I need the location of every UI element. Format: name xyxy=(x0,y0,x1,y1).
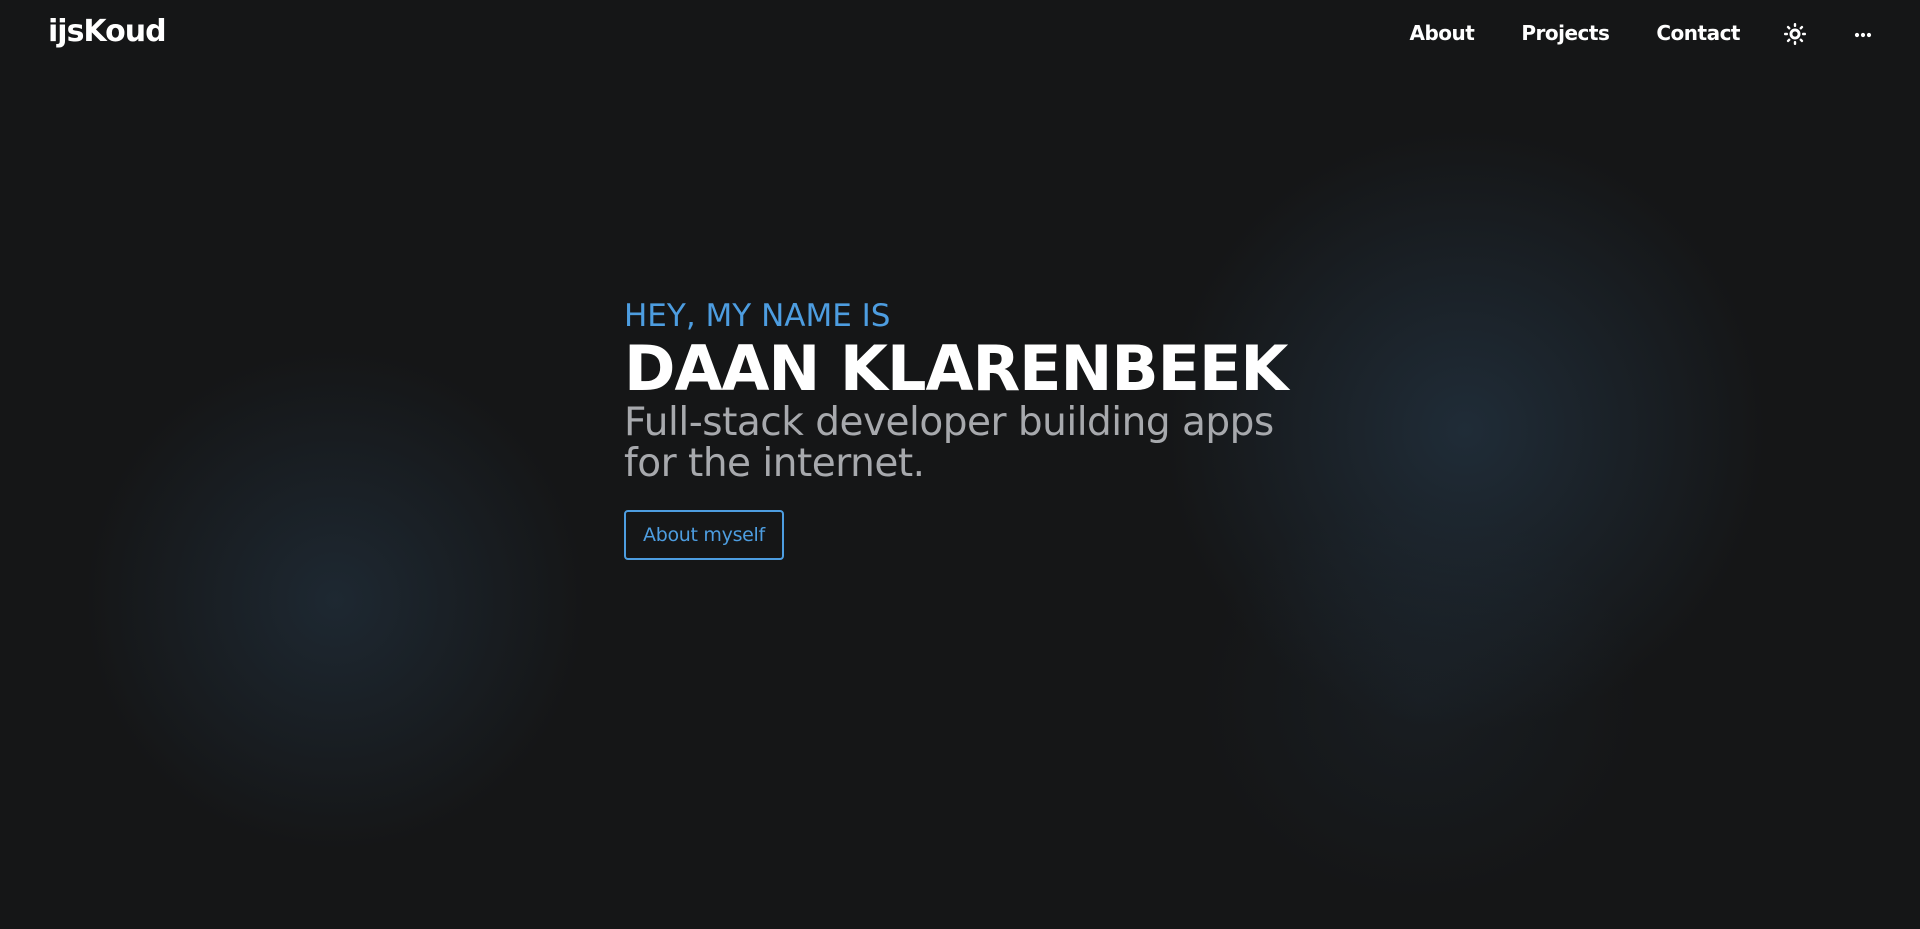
theme-toggle-button[interactable] xyxy=(1782,21,1808,47)
ellipsis-icon xyxy=(1854,32,1872,38)
brand-logo[interactable]: ijsKoud xyxy=(48,14,167,49)
hero-section: HEY, MY NAME IS DAAN KLARENBEEK Full-sta… xyxy=(624,296,1324,560)
hero-tagline: Full-stack developer building apps for t… xyxy=(624,400,1274,486)
nav-link-contact[interactable]: Contact xyxy=(1656,21,1740,45)
sun-icon xyxy=(1784,23,1806,45)
more-options-button[interactable] xyxy=(1850,21,1876,47)
about-myself-button[interactable]: About myself xyxy=(624,510,784,560)
top-nav: ijsKoud About Projects Contact xyxy=(0,0,1920,68)
hero-greeting: HEY, MY NAME IS xyxy=(624,298,891,334)
nav-links: About Projects Contact xyxy=(1410,21,1741,45)
hero-name: DAAN KLARENBEEK xyxy=(624,332,1288,405)
nav-link-about[interactable]: About xyxy=(1410,21,1475,45)
nav-link-projects[interactable]: Projects xyxy=(1521,21,1610,45)
